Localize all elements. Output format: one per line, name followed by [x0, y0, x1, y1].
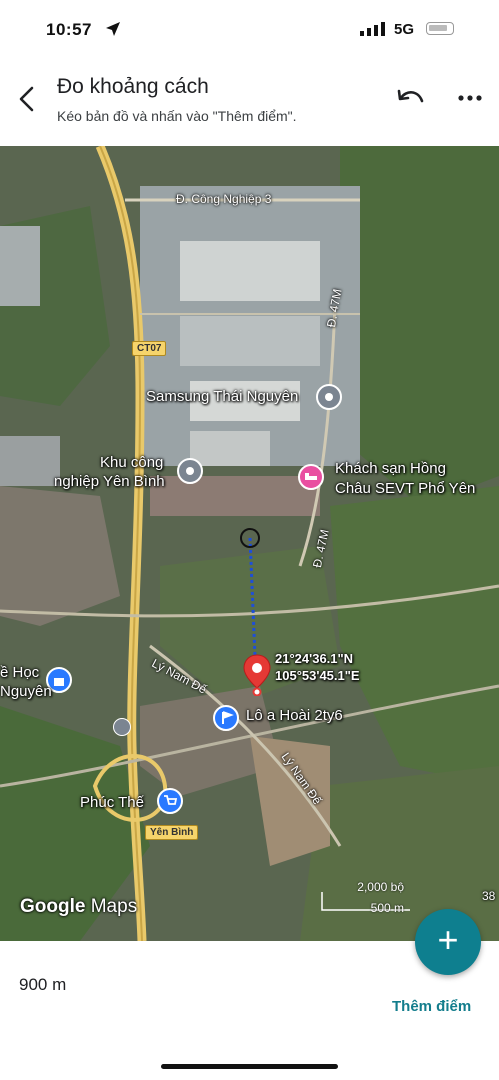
pin-coordinates: 21°24'36.1"N 105°53'45.1"E: [275, 650, 360, 684]
flag-icon[interactable]: [213, 705, 239, 731]
shopping-cart-icon[interactable]: [157, 788, 183, 814]
status-bar: 10:57 5G: [0, 0, 499, 58]
location-pin-icon[interactable]: [243, 654, 271, 696]
network-type: 5G: [394, 21, 415, 38]
place-label-kcn-line2[interactable]: nghiệp Yên Bình: [54, 473, 165, 490]
place-label-hotel-line1[interactable]: Khách sạn Hồng: [335, 460, 446, 477]
undo-icon[interactable]: [396, 86, 426, 112]
more-options-icon[interactable]: [457, 90, 483, 106]
place-pin-icon[interactable]: [316, 384, 342, 410]
battery-icon: [426, 22, 454, 35]
google-maps-logo: Google Maps: [20, 896, 137, 918]
highway-shield-ct07: CT07: [132, 341, 167, 356]
back-arrow-icon[interactable]: [12, 84, 42, 114]
place-label-samsung[interactable]: Samsung Thái Nguyên: [146, 388, 298, 405]
road-label-yen-binh: Yên Bình: [145, 825, 199, 840]
status-time: 10:57: [46, 20, 92, 39]
hotel-bed-icon[interactable]: [298, 464, 324, 490]
place-label-school-line2[interactable]: Nguyên: [0, 683, 52, 700]
road-label-cong-nghiep-3: Đ. Công Nghiệp 3: [176, 192, 272, 206]
map-imagery: [0, 146, 499, 941]
pin-longitude: 105°53'45.1"E: [275, 668, 360, 683]
page-title: Đo khoảng cách: [57, 75, 209, 98]
page-subtitle: Kéo bản đồ và nhấn vào "Thêm điểm".: [57, 108, 297, 124]
add-point-fab[interactable]: +: [415, 909, 481, 975]
google-logo-text: Google: [20, 896, 86, 917]
home-indicator[interactable]: [161, 1064, 338, 1069]
location-arrow-icon: [106, 22, 120, 36]
measured-distance: 900 m: [19, 975, 67, 994]
signal-icon: [360, 22, 385, 36]
road-label-38: 38: [482, 889, 496, 903]
pin-latitude: 21°24'36.1"N: [275, 651, 354, 666]
place-label-hotel-line2[interactable]: Châu SEVT Phổ Yên: [335, 480, 475, 497]
place-label-kcn-line1[interactable]: Khu công: [100, 454, 163, 471]
scale-imperial: 2,000 bộ: [357, 880, 404, 894]
place-pin-icon[interactable]: [177, 458, 203, 484]
measure-header: Đo khoảng cách Kéo bản đồ và nhấn vào "T…: [0, 58, 499, 146]
place-label-lo-a-hoai[interactable]: Lô a Hoài 2ty6: [246, 707, 343, 724]
scale-metric: 500 m: [370, 901, 404, 915]
add-point-button[interactable]: Thêm điểm: [392, 998, 471, 1015]
place-label-school-line1[interactable]: ề Học: [0, 664, 39, 681]
maps-logo-text: Maps: [90, 896, 138, 917]
place-label-phuc-the[interactable]: Phúc Thế: [80, 794, 144, 811]
map-scale: 2,000 bộ 500 m: [322, 880, 410, 920]
satellite-map[interactable]: Đ. Công Nghiệp 3 Đ. 47M Đ. 47M Lý Nam Đế…: [0, 146, 499, 941]
bus-stop-icon[interactable]: [113, 718, 131, 736]
plus-icon: +: [437, 919, 459, 960]
